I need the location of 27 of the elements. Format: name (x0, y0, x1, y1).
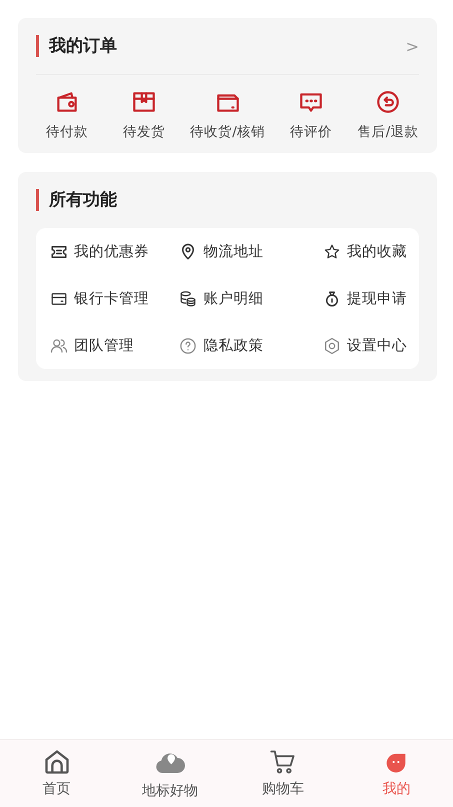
settings-icon (322, 336, 341, 354)
order-status-button[interactable]: 待评价 (280, 89, 342, 141)
function-button[interactable]: 隐私政策 (179, 322, 264, 369)
function-button[interactable]: 团队管理 (50, 322, 134, 369)
order-status-button[interactable]: 售后/退款 (357, 89, 419, 141)
function-button[interactable]: 物流地址 (179, 228, 264, 275)
order-status-button[interactable]: 待发货 (113, 89, 176, 141)
tab[interactable]: 首页 (0, 740, 114, 807)
cart-icon (269, 748, 298, 776)
tab[interactable]: 购物车 (226, 740, 340, 807)
function-button[interactable]: 银行卡管理 (50, 275, 149, 322)
section-title: 我的订单 (36, 35, 117, 57)
home-icon (42, 748, 71, 776)
section-title: 所有功能 (36, 189, 117, 211)
function-button[interactable]: 我的收藏 (322, 228, 407, 275)
function-button[interactable]: 提现申请 (322, 275, 407, 322)
coins-icon (179, 290, 198, 308)
order-status-button[interactable]: 待收货/核销 (190, 89, 265, 141)
function-button[interactable]: 设置中心 (322, 322, 407, 369)
star-icon (322, 242, 341, 260)
question-icon (179, 336, 198, 354)
function-button[interactable]: 我的优惠券 (50, 228, 149, 275)
people-icon (50, 336, 68, 354)
tab[interactable]: 地标好物 (113, 740, 226, 807)
function-button[interactable]: 账户明细 (179, 275, 264, 322)
order-status-button[interactable]: 待付款 (36, 89, 98, 141)
return-icon (375, 89, 401, 115)
